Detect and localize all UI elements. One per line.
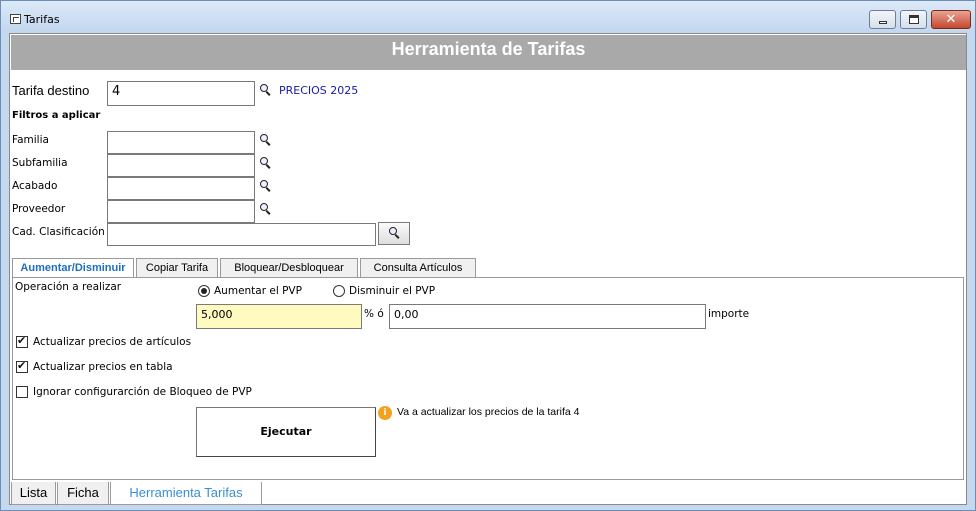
familia-label: Familia bbox=[12, 134, 49, 146]
tab-herramienta-tarifas[interactable]: Herramienta Tarifas bbox=[110, 482, 262, 505]
info-message: Va a actualizar los precios de la tarifa… bbox=[397, 406, 580, 418]
acabado-label: Acabado bbox=[12, 180, 58, 192]
actualizar-tabla-checkbox[interactable] bbox=[16, 360, 28, 373]
importe-field[interactable]: 0,00 bbox=[389, 304, 706, 329]
subfamilia-label: Subfamilia bbox=[12, 157, 68, 169]
search-icon bbox=[388, 227, 402, 241]
client-area: Herramienta de Tarifas Tarifa destino 4 … bbox=[9, 33, 967, 505]
close-button[interactable]: ✕ bbox=[931, 10, 971, 29]
familia-field[interactable] bbox=[107, 131, 255, 154]
ignorar-bloqueo-checkbox[interactable] bbox=[16, 386, 28, 398]
filtros-heading: Filtros a aplicar bbox=[12, 110, 101, 121]
title-bar[interactable]: Tarifas ✕ bbox=[1, 1, 975, 33]
percent-field[interactable]: 5,000 bbox=[196, 304, 362, 329]
proveedor-field[interactable] bbox=[107, 200, 255, 223]
cad-clasificacion-label: Cad. Clasificación bbox=[12, 226, 105, 238]
tarifa-destino-label: Tarifa destino bbox=[12, 83, 90, 98]
bottom-tab-strip: Lista Ficha Herramienta Tarifas bbox=[11, 482, 966, 505]
acabado-field[interactable] bbox=[107, 177, 255, 200]
tarifa-name: PRECIOS 2025 bbox=[279, 84, 359, 97]
minimize-icon bbox=[879, 21, 887, 24]
window: Tarifas ✕ Herramienta de Tarifas Tarifa … bbox=[0, 0, 976, 511]
subfamilia-field[interactable] bbox=[107, 154, 255, 177]
tab-aumentar-disminuir[interactable]: Aumentar/Disminuir bbox=[12, 258, 134, 279]
tab-bloquear-desbloquear[interactable]: Bloquear/Desbloquear bbox=[220, 258, 358, 278]
tab-lista[interactable]: Lista bbox=[11, 482, 56, 505]
aumentar-radio[interactable] bbox=[198, 285, 210, 297]
minimize-button[interactable] bbox=[869, 10, 896, 29]
operacion-label: Operación a realizar bbox=[15, 281, 122, 293]
disminuir-radio[interactable] bbox=[333, 285, 345, 297]
banner: Herramienta de Tarifas bbox=[11, 35, 966, 70]
maximize-icon bbox=[909, 15, 919, 24]
tarifa-destino-field[interactable]: 4 bbox=[107, 81, 255, 106]
window-title: Tarifas bbox=[24, 13, 60, 26]
disminuir-radio-label[interactable]: Disminuir el PVP bbox=[349, 285, 435, 297]
ignorar-bloqueo-label[interactable]: Ignorar configurarción de Bloqueo de PVP bbox=[33, 386, 252, 398]
percent-sign: % ó bbox=[364, 308, 384, 320]
tab-copiar-tarifa[interactable]: Copiar Tarifa bbox=[136, 258, 218, 278]
actualizar-articulos-label[interactable]: Actualizar precios de artículos bbox=[33, 336, 191, 348]
search-icon[interactable] bbox=[259, 180, 273, 194]
importe-label: importe bbox=[708, 308, 750, 320]
proveedor-label: Proveedor bbox=[12, 203, 66, 215]
close-icon: ✕ bbox=[945, 12, 957, 27]
search-icon[interactable] bbox=[259, 84, 273, 98]
maximize-button[interactable] bbox=[900, 10, 927, 29]
info-icon: i bbox=[378, 406, 392, 420]
search-icon[interactable] bbox=[259, 203, 273, 217]
actualizar-articulos-checkbox[interactable] bbox=[16, 335, 28, 348]
tab-consulta-articulos[interactable]: Consulta Artículos bbox=[360, 258, 476, 278]
actualizar-tabla-label[interactable]: Actualizar precios en tabla bbox=[33, 361, 173, 373]
tab-ficha[interactable]: Ficha bbox=[57, 482, 109, 505]
clasificacion-search-button[interactable] bbox=[378, 222, 410, 245]
search-icon[interactable] bbox=[259, 157, 273, 171]
cad-clasificacion-field[interactable] bbox=[107, 223, 376, 246]
search-icon[interactable] bbox=[259, 134, 273, 148]
aumentar-radio-label[interactable]: Aumentar el PVP bbox=[214, 285, 302, 297]
ejecutar-button[interactable]: Ejecutar bbox=[196, 407, 376, 457]
window-icon bbox=[10, 14, 21, 24]
page-title: Herramienta de Tarifas bbox=[391, 39, 586, 59]
